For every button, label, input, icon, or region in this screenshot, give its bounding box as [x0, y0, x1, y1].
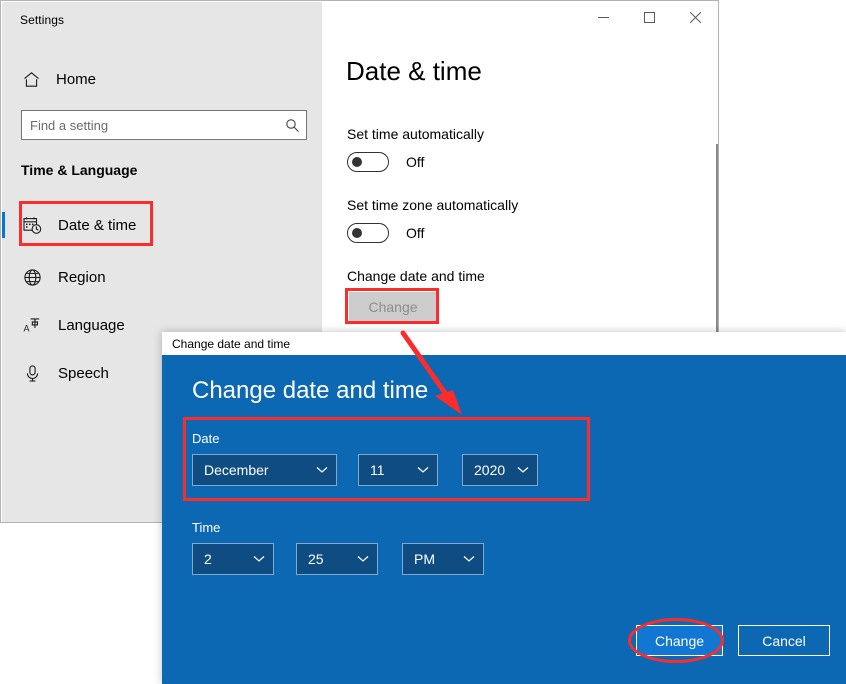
- sidebar-item-region-label: Region: [58, 268, 106, 286]
- minimize-button[interactable]: [580, 1, 626, 33]
- chevron-down-icon: [253, 555, 265, 563]
- app-title: Settings: [20, 13, 65, 27]
- date-group-label: Date: [192, 431, 220, 446]
- close-icon: [689, 11, 701, 23]
- home-icon: [16, 71, 46, 88]
- close-button[interactable]: [672, 1, 718, 33]
- time-group-label: Time: [192, 520, 221, 535]
- calendar-clock-icon: [18, 216, 46, 235]
- sidebar-item-home[interactable]: Home: [16, 64, 306, 94]
- set-time-automatically-state: Off: [406, 154, 425, 170]
- minute-dropdown[interactable]: 25: [296, 543, 378, 575]
- search-box[interactable]: [21, 110, 307, 140]
- sidebar-item-home-label: Home: [56, 70, 97, 88]
- minute-dropdown-value: 25: [308, 551, 324, 567]
- month-dropdown[interactable]: December: [192, 454, 337, 486]
- globe-icon: [18, 268, 46, 287]
- day-dropdown[interactable]: 11: [358, 454, 438, 486]
- toggle-knob: [352, 228, 362, 238]
- dialog-cancel-button[interactable]: Cancel: [738, 625, 830, 656]
- svg-text:A: A: [23, 323, 29, 333]
- minimize-icon: [597, 16, 609, 18]
- search-icon[interactable]: [278, 118, 306, 133]
- set-time-automatically-label: Set time automatically: [347, 126, 484, 142]
- hour-dropdown-value: 2: [204, 551, 212, 567]
- dialog-heading: Change date and time: [192, 377, 429, 404]
- maximize-button[interactable]: [626, 1, 672, 33]
- set-timezone-automatically-row: Off: [347, 223, 424, 243]
- chevron-down-icon: [463, 555, 475, 563]
- sidebar-item-language-label: Language: [58, 316, 125, 334]
- selection-indicator: [2, 212, 5, 238]
- chevron-down-icon: [417, 466, 429, 474]
- sidebar-item-date-and-time-label: Date & time: [58, 216, 137, 234]
- sidebar-item-region[interactable]: Region: [2, 253, 322, 301]
- set-timezone-automatically-state: Off: [406, 225, 425, 241]
- set-timezone-automatically-toggle[interactable]: [347, 223, 389, 243]
- set-timezone-automatically-label: Set time zone automatically: [347, 197, 519, 213]
- year-dropdown[interactable]: 2020: [462, 454, 538, 486]
- dialog-titlebar: Change date and time: [162, 332, 846, 355]
- microphone-icon: [18, 364, 46, 383]
- hour-dropdown[interactable]: 2: [192, 543, 274, 575]
- sidebar-item-date-and-time[interactable]: Date & time: [2, 201, 322, 249]
- dialog-titlebar-text: Change date and time: [172, 336, 291, 351]
- set-time-automatically-toggle[interactable]: [347, 152, 389, 172]
- chevron-down-icon: [316, 466, 328, 474]
- sidebar-group-title: Time & Language: [21, 162, 138, 178]
- change-date-time-button[interactable]: Change: [349, 292, 437, 322]
- chevron-down-icon: [517, 466, 529, 474]
- change-date-and-time-label: Change date and time: [347, 268, 485, 284]
- maximize-icon: [643, 11, 655, 23]
- meridiem-dropdown-value: PM: [414, 551, 435, 567]
- page-title: Date & time: [346, 56, 482, 86]
- search-input[interactable]: [22, 111, 278, 139]
- meridiem-dropdown[interactable]: PM: [402, 543, 484, 575]
- set-time-automatically-row: Off: [347, 152, 424, 172]
- dialog-change-button[interactable]: Change: [636, 625, 723, 656]
- language-icon: A: [18, 316, 46, 335]
- sidebar-item-speech-label: Speech: [58, 364, 109, 382]
- month-dropdown-value: December: [204, 462, 269, 478]
- day-dropdown-value: 11: [370, 462, 385, 478]
- chevron-down-icon: [357, 555, 369, 563]
- window-controls: [580, 1, 718, 33]
- year-dropdown-value: 2020: [474, 462, 506, 478]
- toggle-knob: [352, 157, 362, 167]
